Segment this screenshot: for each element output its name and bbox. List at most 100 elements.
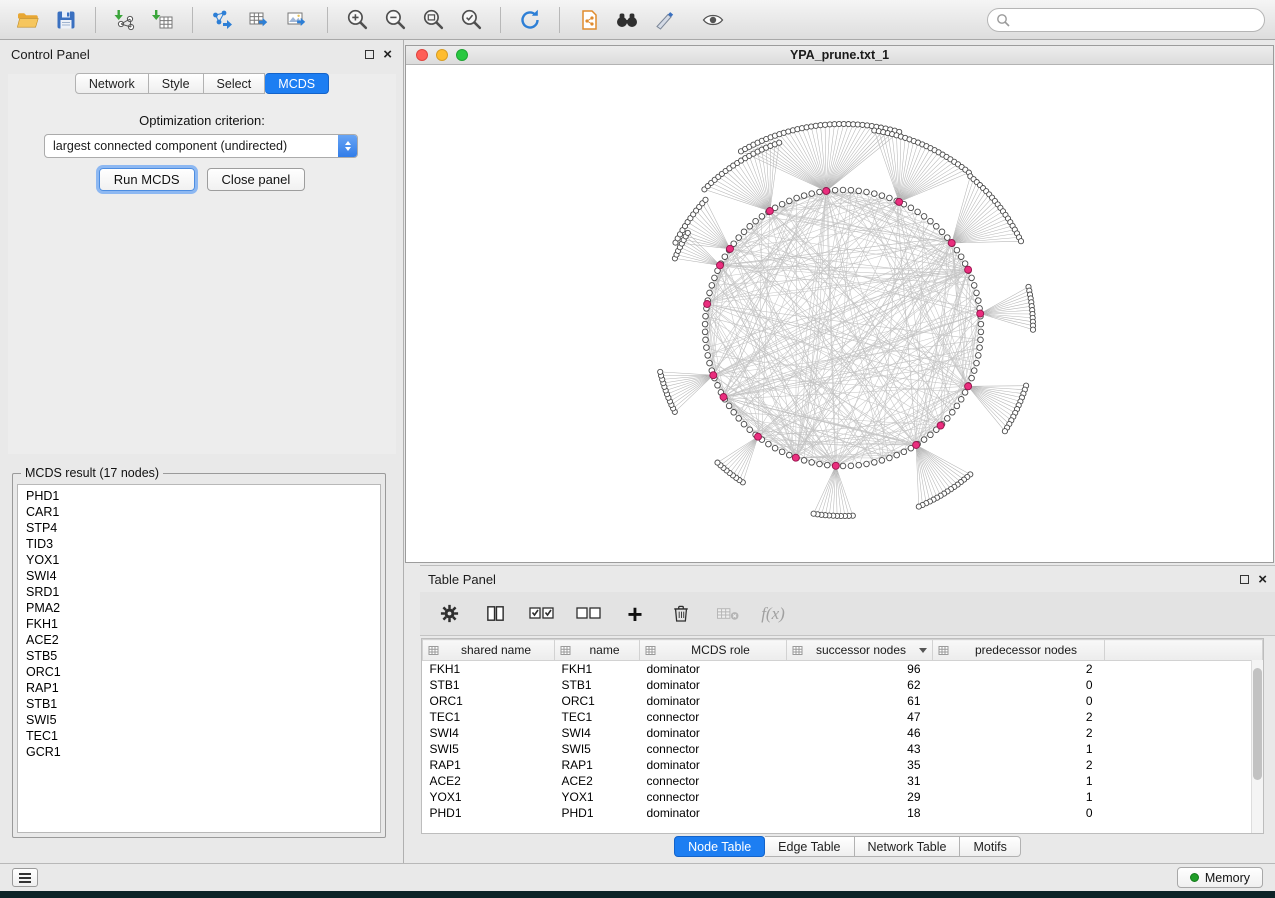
mcds-result-item[interactable]: FKH1 [18, 616, 380, 632]
mcds-result-item[interactable]: TEC1 [18, 728, 380, 744]
close-panel-button[interactable]: Close panel [207, 168, 306, 191]
column-label: name [575, 643, 634, 657]
column-header-predecessor-nodes[interactable]: predecessor nodes [933, 640, 1105, 661]
tab-network-table[interactable]: Network Table [855, 836, 961, 857]
mcds-result-item[interactable]: TID3 [18, 536, 380, 552]
table-scrollbar[interactable] [1251, 660, 1263, 833]
deselect-all-rows-icon[interactable] [575, 598, 602, 630]
run-mcds-button[interactable]: Run MCDS [99, 168, 195, 191]
maximize-window-icon[interactable] [456, 49, 468, 61]
save-icon[interactable] [48, 4, 84, 36]
optimization-criterion-dropdown[interactable]: largest connected component (undirected) [44, 134, 358, 158]
table-row[interactable]: STB1STB1dominator620 [423, 677, 1263, 693]
cell-shared_name: YOX1 [423, 789, 555, 805]
scrollbar-thumb[interactable] [1253, 668, 1262, 780]
ui-settings-menu-button[interactable] [12, 868, 38, 887]
export-network-icon[interactable] [204, 4, 240, 36]
column-grid-icon [428, 645, 439, 656]
tab-select[interactable]: Select [204, 73, 266, 94]
table-row[interactable]: PHD1PHD1dominator180 [423, 805, 1263, 821]
cell-predecessors: 2 [933, 757, 1105, 773]
cell-shared_name: ACE2 [423, 773, 555, 789]
refresh-icon[interactable] [512, 4, 548, 36]
column-header-successor-nodes[interactable]: successor nodes [787, 640, 933, 661]
search-network-icon[interactable] [609, 4, 645, 36]
column-header-name[interactable]: name [555, 640, 640, 661]
control-panel-title: Control Panel [11, 47, 90, 62]
zoom-in-icon[interactable] [339, 4, 375, 36]
mcds-result-item[interactable]: SWI5 [18, 712, 380, 728]
cell-name: SWI5 [555, 741, 640, 757]
table-row[interactable]: ORC1ORC1dominator610 [423, 693, 1263, 709]
import-network-file-icon[interactable] [107, 4, 143, 36]
delete-column-icon[interactable] [668, 598, 694, 630]
table-settings-gear-icon[interactable] [436, 598, 462, 630]
function-builder-icon[interactable]: f(x) [760, 598, 786, 630]
column-header-filler [1105, 640, 1263, 661]
table-bottom-tabs: Node TableEdge TableNetwork TableMotifs [420, 836, 1275, 857]
annotation-icon[interactable] [647, 4, 683, 36]
cell-successors: 29 [787, 789, 933, 805]
close-panel-icon[interactable]: × [383, 47, 392, 62]
memory-status-icon [1190, 873, 1199, 882]
network-canvas[interactable] [406, 65, 1273, 562]
float-table-panel-icon[interactable] [1240, 575, 1249, 584]
mcds-result-item[interactable]: RAP1 [18, 680, 380, 696]
table-row[interactable]: SWI4SWI4dominator462 [423, 725, 1263, 741]
mcds-result-item[interactable]: PHD1 [18, 488, 380, 504]
tab-motifs[interactable]: Motifs [960, 836, 1020, 857]
cell-shared_name: PHD1 [423, 805, 555, 821]
column-header-shared-name[interactable]: shared name [423, 640, 555, 661]
column-header-MCDS-role[interactable]: MCDS role [640, 640, 787, 661]
table-row[interactable]: FKH1FKH1dominator962 [423, 661, 1263, 677]
search-input[interactable] [1016, 13, 1256, 27]
cell-predecessors: 1 [933, 741, 1105, 757]
table-row[interactable]: SWI5SWI5connector431 [423, 741, 1263, 757]
open-folder-icon[interactable] [10, 4, 46, 36]
tab-mcds[interactable]: MCDS [265, 73, 329, 94]
close-table-panel-icon[interactable]: × [1258, 572, 1267, 587]
table-row[interactable]: YOX1YOX1connector291 [423, 789, 1263, 805]
mcds-result-item[interactable]: ORC1 [18, 664, 380, 680]
delete-table-icon[interactable] [714, 598, 740, 630]
search-box[interactable] [987, 8, 1265, 32]
sort-caret-icon[interactable] [919, 648, 927, 653]
mcds-result-item[interactable]: SWI4 [18, 568, 380, 584]
tab-style[interactable]: Style [149, 73, 204, 94]
mcds-result-item[interactable]: ACE2 [18, 632, 380, 648]
tab-edge-table[interactable]: Edge Table [765, 836, 854, 857]
tab-network[interactable]: Network [75, 73, 149, 94]
export-image-icon[interactable] [280, 4, 316, 36]
mcds-result-group: MCDS result (17 nodes) PHD1CAR1STP4TID3Y… [12, 466, 386, 838]
show-columns-icon[interactable] [482, 598, 508, 630]
mcds-result-list[interactable]: PHD1CAR1STP4TID3YOX1SWI4SRD1PMA2FKH1ACE2… [17, 484, 381, 833]
table-row[interactable]: ACE2ACE2connector311 [423, 773, 1263, 789]
zoom-out-icon[interactable] [377, 4, 413, 36]
select-all-rows-icon[interactable] [528, 598, 555, 630]
show-hide-icon[interactable] [695, 4, 731, 36]
minimize-window-icon[interactable] [436, 49, 448, 61]
mcds-tab-content [8, 74, 396, 454]
mcds-result-item[interactable]: GCR1 [18, 744, 380, 760]
mcds-result-item[interactable]: STP4 [18, 520, 380, 536]
table-row[interactable]: RAP1RAP1dominator352 [423, 757, 1263, 773]
table-row[interactable]: TEC1TEC1connector472 [423, 709, 1263, 725]
memory-button[interactable]: Memory [1177, 867, 1263, 888]
add-column-icon[interactable]: + [622, 598, 648, 630]
float-panel-icon[interactable] [365, 50, 374, 59]
import-table-file-icon[interactable] [145, 4, 181, 36]
mcds-result-item[interactable]: SRD1 [18, 584, 380, 600]
mcds-result-item[interactable]: CAR1 [18, 504, 380, 520]
mcds-result-item[interactable]: PMA2 [18, 600, 380, 616]
mcds-result-item[interactable]: STB5 [18, 648, 380, 664]
share-document-icon[interactable] [571, 4, 607, 36]
zoom-selected-icon[interactable] [453, 4, 489, 36]
zoom-fit-icon[interactable] [415, 4, 451, 36]
export-table-icon[interactable] [242, 4, 278, 36]
network-window-titlebar[interactable]: YPA_prune.txt_1 [406, 46, 1273, 65]
dropdown-stepper-icon[interactable] [338, 134, 357, 158]
close-window-icon[interactable] [416, 49, 428, 61]
mcds-result-item[interactable]: STB1 [18, 696, 380, 712]
tab-node-table[interactable]: Node Table [674, 836, 765, 857]
mcds-result-item[interactable]: YOX1 [18, 552, 380, 568]
